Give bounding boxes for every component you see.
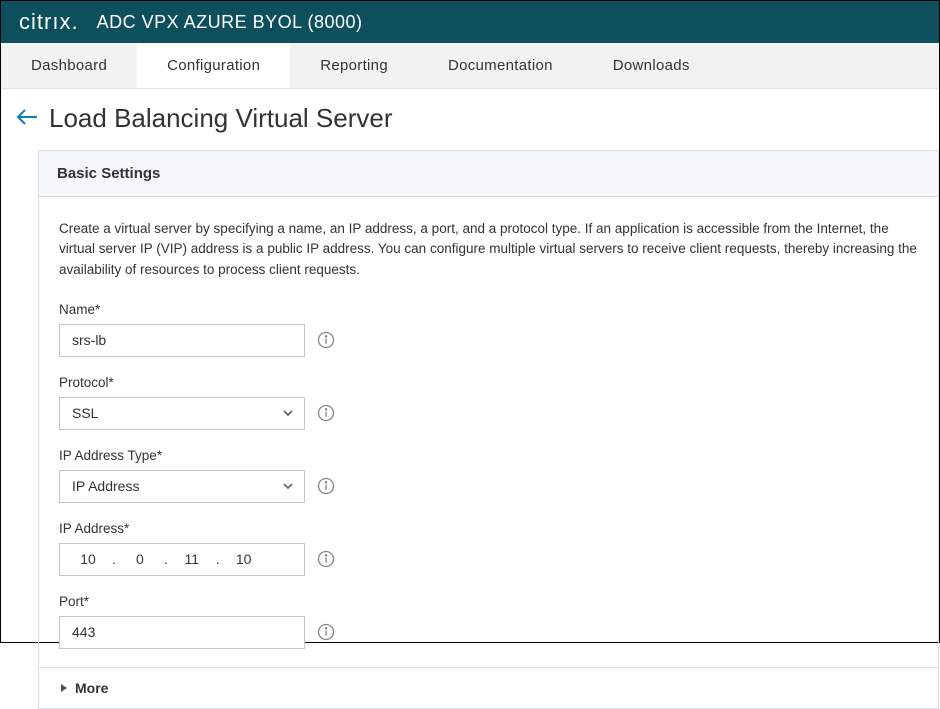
ip-oct3[interactable] — [170, 551, 214, 567]
ip-address-row: . . . — [59, 543, 918, 576]
tab-documentation[interactable]: Documentation — [418, 43, 583, 88]
ip-oct2[interactable] — [118, 551, 162, 567]
ip-address-input[interactable]: . . . — [59, 543, 305, 576]
ip-oct4[interactable] — [222, 551, 266, 567]
page-header: Load Balancing Virtual Server — [1, 89, 939, 150]
form-group-ip-address: IP Address* . . . — [59, 521, 918, 576]
form-group-port: Port* — [59, 594, 918, 649]
page-title: Load Balancing Virtual Server — [49, 103, 393, 134]
form-group-protocol: Protocol* — [59, 375, 918, 430]
ip-dot: . — [162, 551, 170, 567]
header-title: ADC VPX AZURE BYOL (8000) — [97, 12, 363, 33]
ip-type-row — [59, 470, 918, 503]
caret-right-icon — [59, 683, 69, 693]
citrix-logo: citrıx. — [19, 9, 79, 35]
name-row — [59, 324, 918, 357]
main-tabs: Dashboard Configuration Reporting Docume… — [1, 43, 939, 89]
info-icon[interactable] — [317, 477, 335, 495]
protocol-row — [59, 397, 918, 430]
protocol-select[interactable] — [59, 397, 305, 430]
panel-description: Create a virtual server by specifying a … — [59, 219, 918, 280]
ip-type-label: IP Address Type* — [59, 448, 918, 463]
ip-dot: . — [214, 551, 222, 567]
basic-settings-panel: Basic Settings Create a virtual server b… — [38, 150, 939, 709]
ip-dot: . — [110, 551, 118, 567]
port-input[interactable] — [59, 616, 305, 649]
ip-type-select[interactable] — [59, 470, 305, 503]
info-icon[interactable] — [317, 404, 335, 422]
protocol-label: Protocol* — [59, 375, 918, 390]
tab-reporting[interactable]: Reporting — [290, 43, 418, 88]
info-icon[interactable] — [317, 550, 335, 568]
ip-type-select-wrap — [59, 470, 305, 503]
ip-address-label: IP Address* — [59, 521, 918, 536]
app-header: citrıx. ADC VPX AZURE BYOL (8000) — [1, 1, 939, 43]
more-label: More — [75, 680, 108, 696]
more-toggle[interactable]: More — [39, 667, 938, 708]
back-arrow-icon[interactable] — [15, 105, 39, 132]
protocol-select-wrap — [59, 397, 305, 430]
tab-configuration[interactable]: Configuration — [137, 43, 290, 88]
port-row — [59, 616, 918, 649]
panel-header: Basic Settings — [39, 151, 938, 197]
tab-downloads[interactable]: Downloads — [583, 43, 720, 88]
name-input[interactable] — [59, 324, 305, 357]
form-group-ip-type: IP Address Type* — [59, 448, 918, 503]
form-group-name: Name* — [59, 302, 918, 357]
info-icon[interactable] — [317, 623, 335, 641]
panel-body: Create a virtual server by specifying a … — [39, 197, 938, 708]
info-icon[interactable] — [317, 331, 335, 349]
name-label: Name* — [59, 302, 918, 317]
ip-oct1[interactable] — [66, 551, 110, 567]
tab-dashboard[interactable]: Dashboard — [1, 43, 137, 88]
port-label: Port* — [59, 594, 918, 609]
